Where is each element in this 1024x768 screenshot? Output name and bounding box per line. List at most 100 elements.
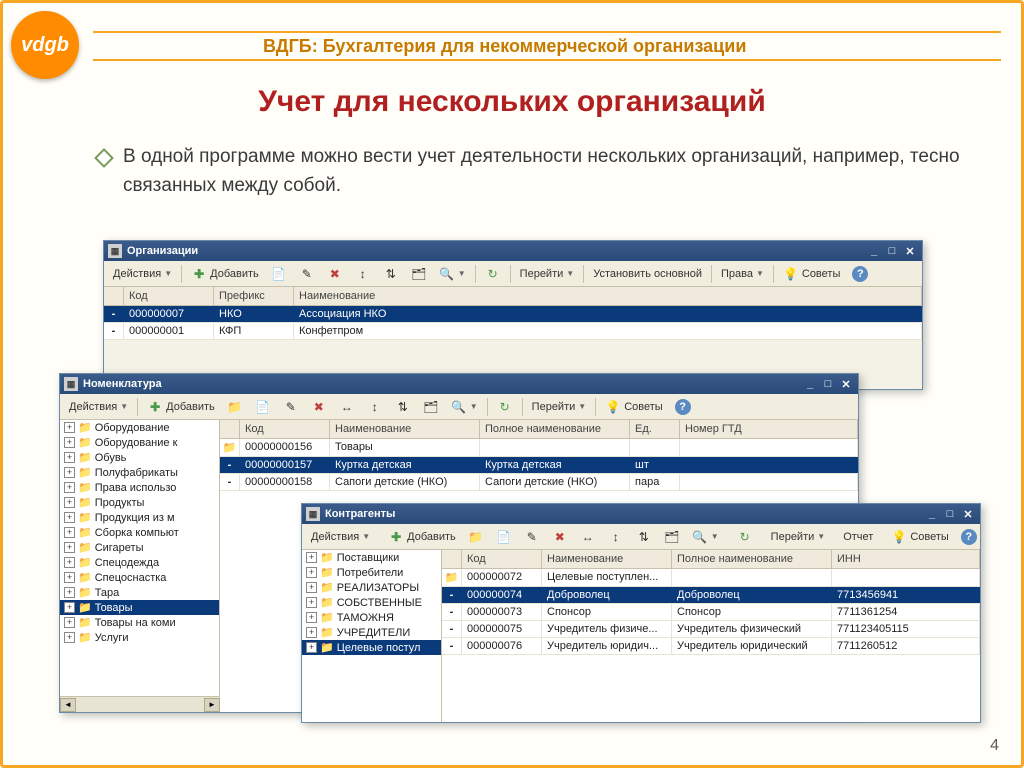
tool-icon-10[interactable]: ↻ bbox=[732, 526, 758, 548]
close-button[interactable]: ✕ bbox=[902, 244, 918, 258]
expand-icon[interactable]: + bbox=[64, 557, 75, 568]
tool-icon-8[interactable]: ↻ bbox=[480, 263, 506, 285]
col-code[interactable]: Код bbox=[462, 550, 542, 568]
expand-icon[interactable]: + bbox=[306, 597, 317, 608]
tool-icon-5[interactable]: ↔ bbox=[575, 526, 601, 548]
tree-item[interactable]: +📁Обувь bbox=[60, 450, 219, 465]
expand-icon[interactable]: + bbox=[64, 542, 75, 553]
tool-icon-3[interactable]: ✎ bbox=[519, 526, 545, 548]
col-name[interactable]: Наименование bbox=[294, 287, 922, 305]
col-full[interactable]: Полное наименование bbox=[672, 550, 832, 568]
expand-icon[interactable]: + bbox=[64, 632, 75, 643]
expand-icon[interactable]: + bbox=[64, 602, 75, 613]
tool-icon-1[interactable]: 📁 bbox=[222, 396, 248, 418]
tool-icon-10[interactable]: ↻ bbox=[492, 396, 518, 418]
tips-button[interactable]: 💡Советы bbox=[886, 526, 953, 548]
tool-icon-9[interactable]: 🔍▼ bbox=[446, 396, 483, 418]
tool-icon-6[interactable]: ↕ bbox=[603, 526, 629, 548]
table-row[interactable]: -00000000157Куртка детскаяКуртка детская… bbox=[220, 457, 858, 474]
minimize-button[interactable]: _ bbox=[924, 507, 940, 521]
expand-icon[interactable]: + bbox=[306, 567, 317, 578]
close-button[interactable]: ✕ bbox=[960, 507, 976, 521]
rights-button[interactable]: Права▼ bbox=[716, 265, 769, 283]
tool-icon-3[interactable]: ✖ bbox=[322, 263, 348, 285]
col-full[interactable]: Полное наименование bbox=[480, 420, 630, 438]
expand-icon[interactable]: + bbox=[306, 552, 317, 563]
maximize-button[interactable]: □ bbox=[942, 507, 958, 521]
tree-item[interactable]: +📁РЕАЛИЗАТОРЫ bbox=[302, 580, 441, 595]
table-row[interactable]: -000000074ДоброволецДоброволец7713456941 bbox=[442, 587, 980, 604]
tips-button[interactable]: 💡Советы bbox=[778, 263, 845, 285]
tool-icon-2[interactable]: 📄 bbox=[250, 396, 276, 418]
tool-icon-7[interactable]: 🔍▼ bbox=[434, 263, 471, 285]
minimize-button[interactable]: _ bbox=[866, 244, 882, 258]
tree-item[interactable]: +📁Права использо bbox=[60, 480, 219, 495]
expand-icon[interactable]: + bbox=[64, 437, 75, 448]
table-row[interactable]: 📁000000072Целевые поступлен... bbox=[442, 569, 980, 587]
col-prefix[interactable]: Префикс bbox=[214, 287, 294, 305]
tool-icon-5[interactable]: ⇅ bbox=[378, 263, 404, 285]
table-row[interactable]: 📁00000000156Товары bbox=[220, 439, 858, 457]
actions-menu[interactable]: Действия▼ bbox=[64, 398, 133, 416]
goto-button[interactable]: Перейти▼ bbox=[766, 528, 831, 546]
report-button[interactable]: Отчет bbox=[838, 528, 878, 546]
tool-icon-7[interactable]: ⇅ bbox=[390, 396, 416, 418]
expand-icon[interactable]: + bbox=[64, 467, 75, 478]
tool-icon-4[interactable]: ✖ bbox=[306, 396, 332, 418]
tool-icon-7[interactable]: ⇅ bbox=[631, 526, 657, 548]
table-row[interactable]: -000000076Учредитель юридич...Учредитель… bbox=[442, 638, 980, 655]
tree-item[interactable]: +📁СОБСТВЕННЫЕ bbox=[302, 595, 441, 610]
tree-item[interactable]: +📁ТАМОЖНЯ bbox=[302, 610, 441, 625]
maximize-button[interactable]: □ bbox=[820, 377, 836, 391]
col-code[interactable]: Код bbox=[240, 420, 330, 438]
expand-icon[interactable]: + bbox=[306, 582, 317, 593]
tips-button[interactable]: 💡Советы bbox=[600, 396, 667, 418]
set-main-button[interactable]: Установить основной bbox=[588, 265, 707, 283]
expand-icon[interactable]: + bbox=[306, 612, 317, 623]
help-button[interactable]: ? bbox=[956, 526, 982, 548]
close-button[interactable]: ✕ bbox=[838, 377, 854, 391]
tool-icon-4[interactable]: ↕ bbox=[350, 263, 376, 285]
col-inn[interactable]: ИНН bbox=[832, 550, 980, 568]
tree-item[interactable]: +📁Целевые постул bbox=[302, 640, 441, 655]
titlebar[interactable]: ▦ Контрагенты _ □ ✕ bbox=[302, 504, 980, 524]
help-button[interactable]: ? bbox=[847, 263, 873, 285]
expand-icon[interactable]: + bbox=[64, 512, 75, 523]
expand-icon[interactable]: + bbox=[306, 642, 317, 653]
col-code[interactable]: Код bbox=[124, 287, 214, 305]
tool-icon-3[interactable]: ✎ bbox=[278, 396, 304, 418]
col-name[interactable]: Наименование bbox=[542, 550, 672, 568]
add-button[interactable]: ✚Добавить bbox=[383, 526, 461, 548]
tree-item[interactable]: +📁Сигареты bbox=[60, 540, 219, 555]
expand-icon[interactable]: + bbox=[64, 422, 75, 433]
tool-icon-8[interactable]: 🗂 bbox=[418, 396, 444, 418]
help-button[interactable]: ? bbox=[670, 396, 696, 418]
tool-icon-2[interactable]: ✎ bbox=[294, 263, 320, 285]
col-gtd[interactable]: Номер ГТД bbox=[680, 420, 858, 438]
tree-item[interactable]: +📁Спецодежда bbox=[60, 555, 219, 570]
titlebar[interactable]: ▦ Организации _ □ ✕ bbox=[104, 241, 922, 261]
tool-icon-6[interactable]: 🗂 bbox=[406, 263, 432, 285]
tree-item[interactable]: +📁Полуфабрикаты bbox=[60, 465, 219, 480]
tree-item[interactable]: +📁Сборка компьют bbox=[60, 525, 219, 540]
expand-icon[interactable]: + bbox=[64, 482, 75, 493]
tree-item[interactable]: +📁Услуги bbox=[60, 630, 219, 645]
tool-icon-1[interactable]: 📁 bbox=[463, 526, 489, 548]
tree[interactable]: +📁Оборудование+📁Оборудование к+📁Обувь+📁П… bbox=[60, 420, 220, 712]
maximize-button[interactable]: □ bbox=[884, 244, 900, 258]
expand-icon[interactable]: + bbox=[306, 627, 317, 638]
goto-button[interactable]: Перейти▼ bbox=[527, 398, 592, 416]
tool-icon-2[interactable]: 📄 bbox=[491, 526, 517, 548]
table-row[interactable]: -000000075Учредитель физиче...Учредитель… bbox=[442, 621, 980, 638]
titlebar[interactable]: ▦ Номенклатура _ □ ✕ bbox=[60, 374, 858, 394]
tree-item[interactable]: +📁Поставщики bbox=[302, 550, 441, 565]
goto-button[interactable]: Перейти▼ bbox=[515, 265, 580, 283]
expand-icon[interactable]: + bbox=[64, 587, 75, 598]
tree-item[interactable]: +📁Тара bbox=[60, 585, 219, 600]
col-name[interactable]: Наименование bbox=[330, 420, 480, 438]
tree-item[interactable]: +📁Потребители bbox=[302, 565, 441, 580]
tree-item[interactable]: +📁Продукция из м bbox=[60, 510, 219, 525]
tool-icon-1[interactable]: 📄 bbox=[266, 263, 292, 285]
table-row[interactable]: -000000007НКОАссоциация НКО bbox=[104, 306, 922, 323]
table-row[interactable]: -000000001КФПКонфетпром bbox=[104, 323, 922, 340]
